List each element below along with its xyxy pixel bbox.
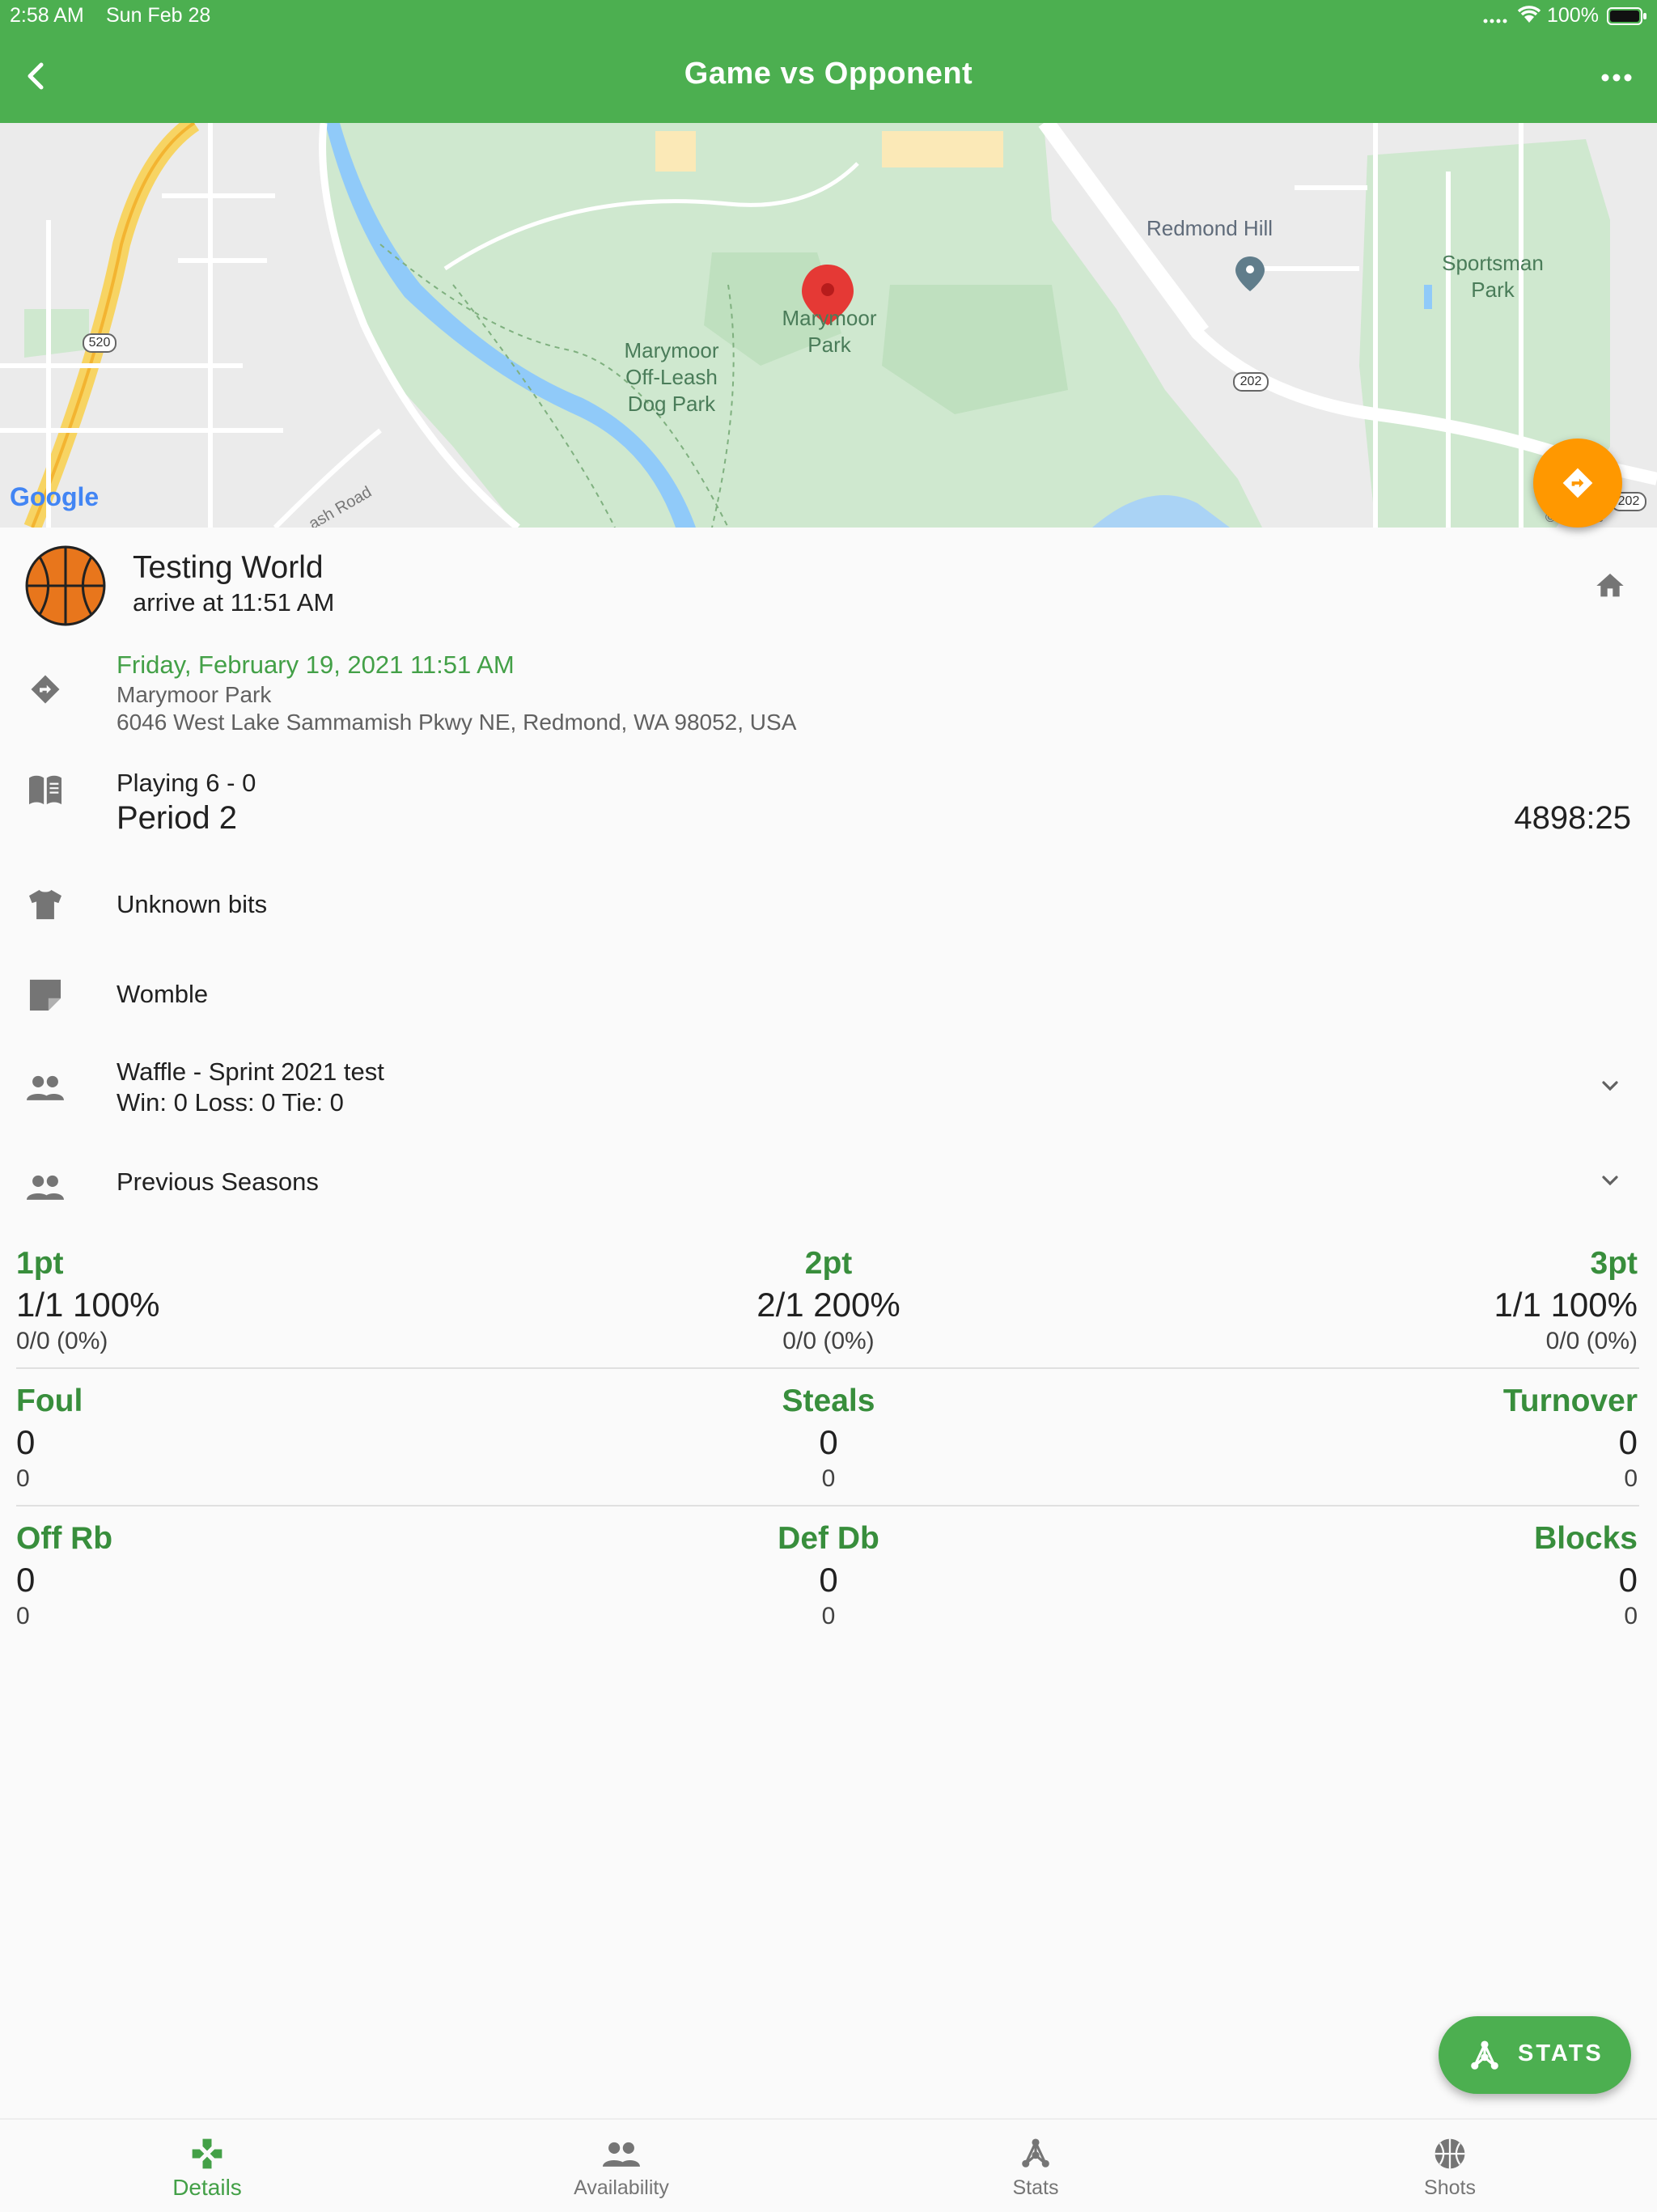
- app-bar: 2:58 AM Sun Feb 28 100% Game vs Opponent: [0, 0, 1657, 123]
- nav-label-availability: Availability: [574, 2176, 669, 2199]
- stat-def-db-label: Def Db: [778, 1521, 879, 1556]
- nav-stats[interactable]: Stats: [828, 2120, 1243, 2212]
- stat-1pt-value: 1/1 100%: [16, 1286, 160, 1324]
- stat-steals-sub: 0: [821, 1465, 836, 1492]
- bottom-navigation: Details Availability Stats Shots: [0, 2118, 1657, 2212]
- basketball-icon: [24, 545, 107, 627]
- stat-foul-label: Foul: [16, 1384, 83, 1418]
- stat-turnover-value: 0: [1618, 1423, 1638, 1461]
- game-clock: 4898:25: [1514, 800, 1631, 836]
- wifi-icon: [1515, 5, 1543, 24]
- stat-def-db-sub: 0: [821, 1603, 836, 1629]
- nav-details[interactable]: Details: [0, 2120, 414, 2212]
- stat-steals-value: 0: [819, 1423, 838, 1461]
- status-time: 2:58 AM: [10, 4, 84, 27]
- stat-foul-sub: 0: [16, 1465, 30, 1492]
- people-icon: [597, 2136, 646, 2172]
- people-icon: [26, 1068, 65, 1107]
- stat-3pt-sub: 0/0 (0%): [1545, 1328, 1638, 1354]
- season-record: Win: 0 Loss: 0 Tie: 0: [117, 1088, 344, 1117]
- stats-fab-label: STATS: [1518, 2040, 1604, 2066]
- chevron-down-icon[interactable]: [1591, 1161, 1629, 1200]
- gamepad-icon: [183, 2136, 231, 2172]
- more-horiz-icon[interactable]: [1599, 61, 1634, 94]
- game-period: Period 2: [117, 800, 237, 836]
- basketball-icon: [1426, 2136, 1474, 2172]
- uniform-text: Unknown bits: [117, 890, 268, 918]
- book-icon: [26, 770, 65, 809]
- stat-1pt-sub: 0/0 (0%): [16, 1328, 108, 1354]
- stat-turnover-label: Turnover: [1502, 1384, 1638, 1418]
- nav-availability[interactable]: Availability: [414, 2120, 828, 2212]
- stat-3pt-value: 1/1 100%: [1494, 1286, 1638, 1324]
- shirt-icon: [26, 885, 65, 924]
- nav-label-details: Details: [172, 2175, 242, 2200]
- stat-off-rb-value: 0: [16, 1561, 36, 1599]
- stats-network-icon: [1011, 2136, 1060, 2172]
- notes-text: Womble: [117, 980, 209, 1008]
- stats-divider: [16, 1505, 1639, 1506]
- stats-network-icon: [1468, 2039, 1502, 2073]
- team-name: Testing World: [133, 550, 324, 585]
- page-title: Game vs Opponent: [684, 57, 973, 91]
- game-score: Playing 6 - 0: [117, 769, 256, 797]
- battery-icon: [1607, 7, 1647, 25]
- event-place: Marymoor Park: [117, 682, 272, 707]
- google-logo: Google: [10, 482, 100, 511]
- previous-seasons[interactable]: Previous Seasons: [117, 1167, 319, 1197]
- stat-foul-value: 0: [16, 1423, 36, 1461]
- stat-turnover-sub: 0: [1624, 1465, 1638, 1492]
- stats-divider: [16, 1367, 1639, 1369]
- people-icon: [26, 1167, 65, 1206]
- stat-off-rb-sub: 0: [16, 1603, 30, 1629]
- directions-icon: [1558, 464, 1597, 502]
- stat-off-rb-label: Off Rb: [16, 1521, 113, 1556]
- directions-icon: [26, 670, 65, 709]
- event-datetime[interactable]: Friday, February 19, 2021 11:51 AM: [117, 650, 515, 680]
- nav-shots[interactable]: Shots: [1243, 2120, 1657, 2212]
- stat-blocks-value: 0: [1618, 1561, 1638, 1599]
- stat-3pt-label: 3pt: [1590, 1246, 1638, 1281]
- nav-label-shots: Shots: [1424, 2176, 1476, 2199]
- season-name[interactable]: Waffle - Sprint 2021 test: [117, 1057, 384, 1087]
- battery-percent: 100%: [1547, 4, 1599, 27]
- arrive-time: arrive at 11:51 AM: [133, 588, 335, 617]
- map-label-redmond-hill: Redmond Hill: [1146, 216, 1273, 240]
- stat-steals-label: Steals: [782, 1384, 875, 1418]
- directions-button[interactable]: [1533, 439, 1622, 528]
- stat-blocks-sub: 0: [1624, 1603, 1638, 1629]
- status-date: Sun Feb 28: [106, 4, 211, 27]
- stat-2pt-sub: 0/0 (0%): [782, 1328, 875, 1354]
- map-label-sportsman-park: Sportsman Park: [1442, 251, 1544, 302]
- map-shield-520: 520: [88, 336, 111, 350]
- signal-icon: [1482, 8, 1511, 24]
- stats-fab-button[interactable]: STATS: [1439, 2016, 1631, 2094]
- map-label-dog-park: Marymoor Off-Leash Dog Park: [624, 338, 719, 416]
- stat-1pt-label: 1pt: [16, 1246, 64, 1281]
- stat-2pt-value: 2/1 200%: [756, 1286, 901, 1324]
- note-icon: [26, 975, 65, 1014]
- stat-blocks-label: Blocks: [1534, 1521, 1638, 1556]
- home-icon: [1591, 566, 1629, 605]
- stat-2pt-label: 2pt: [804, 1246, 853, 1281]
- map-label-marymoor-park: Marymoor Park: [782, 306, 877, 357]
- map-shield-202: 202: [1240, 375, 1262, 388]
- map-view[interactable]: Marymoor Park Marymoor Off-Leash Dog Par…: [0, 123, 1657, 528]
- event-address: 6046 West Lake Sammamish Pkwy NE, Redmon…: [117, 710, 797, 735]
- nav-label-stats: Stats: [1012, 2176, 1059, 2199]
- chevron-down-icon[interactable]: [1591, 1066, 1629, 1105]
- stat-def-db-value: 0: [819, 1561, 838, 1599]
